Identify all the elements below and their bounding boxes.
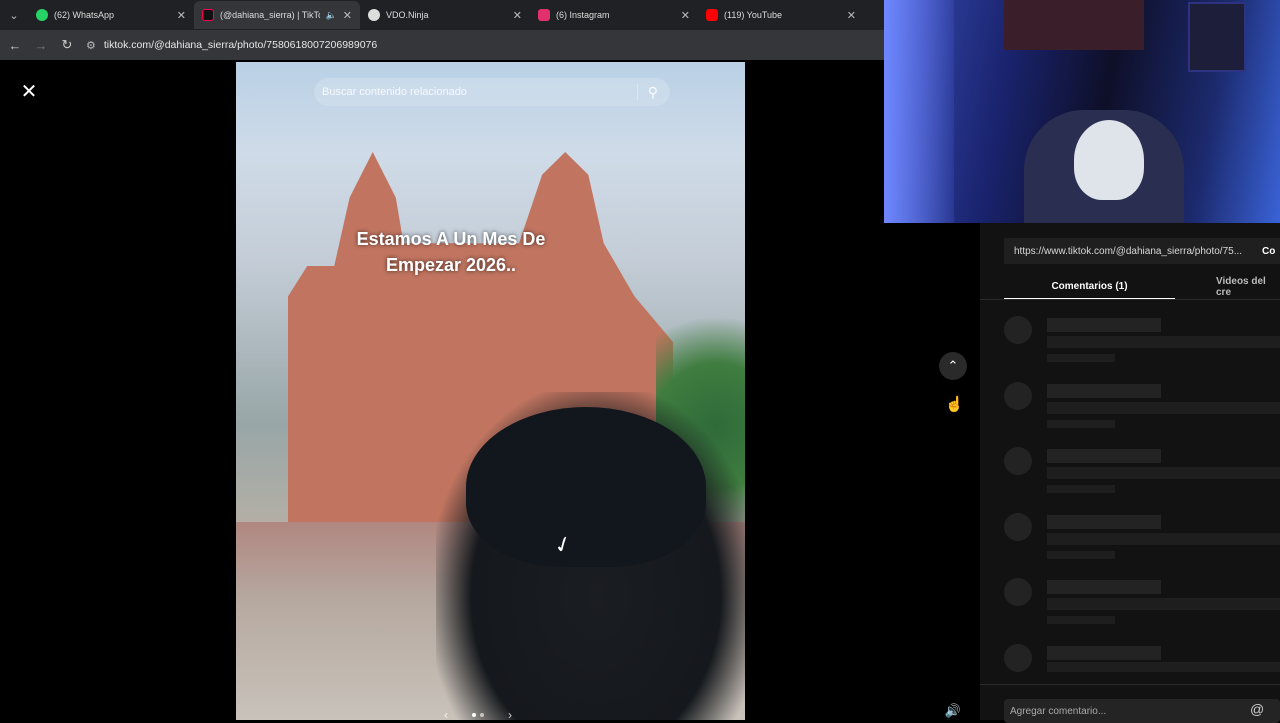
mention-icon[interactable]: @ bbox=[1250, 701, 1264, 717]
carousel-dot[interactable] bbox=[480, 713, 484, 717]
carousel-dots bbox=[472, 713, 484, 717]
photo-caption: Estamos A Un Mes De Empezar 2026.. bbox=[356, 229, 546, 275]
search-input[interactable]: Buscar contenido relacionado bbox=[322, 86, 637, 98]
instagram-icon bbox=[538, 9, 550, 21]
tab-youtube[interactable]: (119) YouTube ✕ bbox=[698, 1, 864, 29]
carousel-controls: ‹ › bbox=[444, 708, 512, 720]
share-link-field[interactable]: https://www.tiktok.com/@dahiana_sierra/p… bbox=[1004, 238, 1280, 264]
hand-cursor-icon: ☝ bbox=[945, 396, 964, 413]
comment-input[interactable]: Agregar comentario... bbox=[1004, 699, 1280, 723]
previous-post-chevron-up-icon[interactable]: ⌃ bbox=[939, 352, 967, 380]
youtube-icon bbox=[706, 9, 718, 21]
close-tab-icon[interactable]: ✕ bbox=[513, 9, 522, 22]
copy-link-button[interactable]: Co bbox=[1262, 238, 1280, 264]
vdo-ninja-icon bbox=[368, 9, 380, 21]
tab-instagram[interactable]: (6) Instagram ✕ bbox=[530, 1, 698, 29]
webcam-cap bbox=[1074, 120, 1144, 200]
webcam-shelf bbox=[1004, 0, 1144, 50]
close-tab-icon[interactable]: ✕ bbox=[177, 9, 186, 22]
tab-whatsapp[interactable]: (62) WhatsApp ✕ bbox=[28, 1, 194, 29]
post-photo: ✓ Buscar contenido relacionado ⚲ Estamos… bbox=[236, 62, 745, 720]
carousel-dot[interactable] bbox=[472, 713, 476, 717]
tab-tiktok[interactable]: (@dahiana_sierra) | TikTok 🔈 ✕ bbox=[194, 1, 360, 29]
whatsapp-icon bbox=[36, 9, 48, 21]
search-divider bbox=[636, 84, 638, 100]
tab-comments[interactable]: Comentarios (1) bbox=[1004, 274, 1175, 300]
tab-label: (@dahiana_sierra) | TikTok bbox=[220, 10, 320, 20]
speaker-icon[interactable]: 🔈 bbox=[326, 10, 337, 21]
webcam-overlay bbox=[884, 0, 1280, 223]
cap-image bbox=[466, 407, 706, 567]
volume-icon[interactable]: 🔊 bbox=[941, 701, 965, 721]
comment-skeleton bbox=[1004, 513, 1280, 569]
tab-creator-videos[interactable]: Videos del cre bbox=[1216, 274, 1280, 300]
browser-tab-strip: ⌄ (62) WhatsApp ✕ (@dahiana_sierra) | Ti… bbox=[0, 0, 884, 30]
reload-icon[interactable]: ↻ bbox=[60, 37, 74, 53]
tabs-divider bbox=[980, 299, 1280, 300]
tab-label: (62) WhatsApp bbox=[54, 10, 115, 20]
tab-label: (6) Instagram bbox=[556, 10, 610, 20]
webcam-poster bbox=[1188, 2, 1246, 72]
back-arrow-icon[interactable]: ← bbox=[8, 38, 22, 53]
tab-search-chevron-icon[interactable]: ⌄ bbox=[0, 0, 28, 30]
comment-skeleton bbox=[1004, 578, 1280, 634]
forward-arrow-icon[interactable]: → bbox=[34, 38, 48, 53]
search-icon[interactable]: ⚲ bbox=[648, 84, 658, 101]
address-bar: ← → ↻ ⚙ tiktok.com/@dahiana_sierra/photo… bbox=[0, 30, 884, 60]
close-icon[interactable]: ✕ bbox=[17, 79, 41, 103]
comment-skeleton bbox=[1004, 382, 1280, 438]
tab-label: VDO.Ninja bbox=[386, 10, 429, 20]
related-search-bar[interactable]: Buscar contenido relacionado ⚲ bbox=[314, 78, 670, 106]
site-settings-icon[interactable]: ⚙ bbox=[86, 39, 96, 52]
tab-vdo-ninja[interactable]: VDO.Ninja ✕ bbox=[360, 1, 530, 29]
tiktok-icon bbox=[202, 9, 214, 21]
panel-tabs: Comentarios (1) Videos del cre bbox=[980, 274, 1280, 300]
carousel-next-icon[interactable]: › bbox=[508, 708, 512, 720]
close-tab-icon[interactable]: ✕ bbox=[343, 9, 352, 22]
close-tab-icon[interactable]: ✕ bbox=[681, 9, 690, 22]
url-field[interactable]: ⚙ tiktok.com/@dahiana_sierra/photo/75806… bbox=[86, 39, 377, 52]
tab-label: (119) YouTube bbox=[724, 10, 783, 20]
comment-skeleton bbox=[1004, 447, 1280, 503]
carousel-prev-icon[interactable]: ‹ bbox=[444, 708, 448, 720]
comment-skeleton bbox=[1004, 316, 1280, 372]
close-tab-icon[interactable]: ✕ bbox=[847, 9, 856, 22]
webcam-light bbox=[884, 0, 954, 223]
url-text: tiktok.com/@dahiana_sierra/photo/7580618… bbox=[103, 39, 378, 51]
